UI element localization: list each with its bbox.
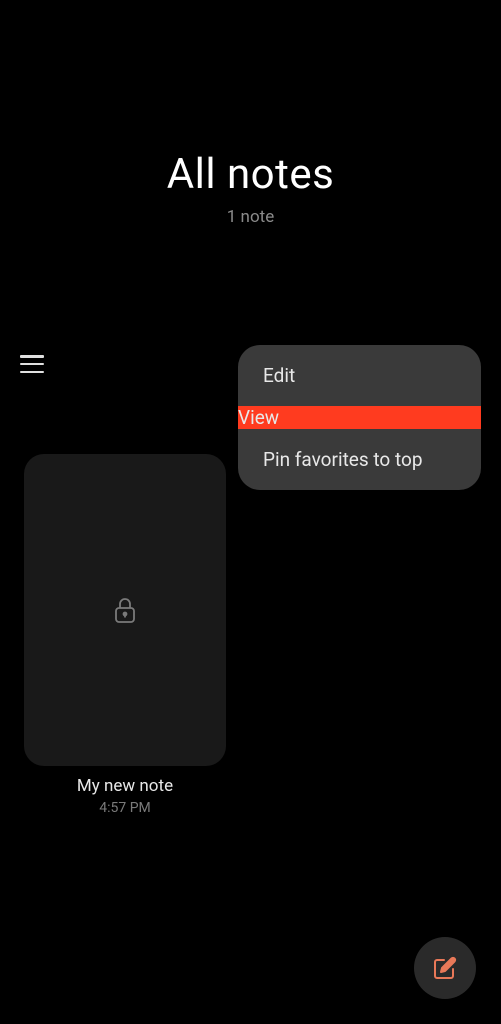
note-count: 1 note (0, 207, 501, 227)
menu-item-pin-favorites[interactable]: Pin favorites to top (238, 429, 481, 490)
menu-item-view[interactable]: View (238, 406, 481, 429)
note-title: My new note (24, 776, 226, 796)
note-info: My new note 4:57 PM (24, 776, 226, 816)
header: All notes 1 note (0, 0, 501, 227)
menu-icon[interactable] (20, 355, 44, 373)
note-card[interactable] (24, 454, 226, 766)
menu-item-view-highlight: View (238, 406, 481, 429)
lock-icon (113, 596, 137, 624)
overflow-menu: Edit View Pin favorites to top (238, 345, 481, 490)
compose-icon (433, 956, 457, 980)
compose-button[interactable] (414, 937, 476, 999)
toolbar: Edit View Pin favorites to top (0, 355, 501, 373)
menu-item-edit[interactable]: Edit (238, 345, 481, 406)
note-timestamp: 4:57 PM (24, 800, 226, 816)
page-title: All notes (0, 150, 501, 199)
